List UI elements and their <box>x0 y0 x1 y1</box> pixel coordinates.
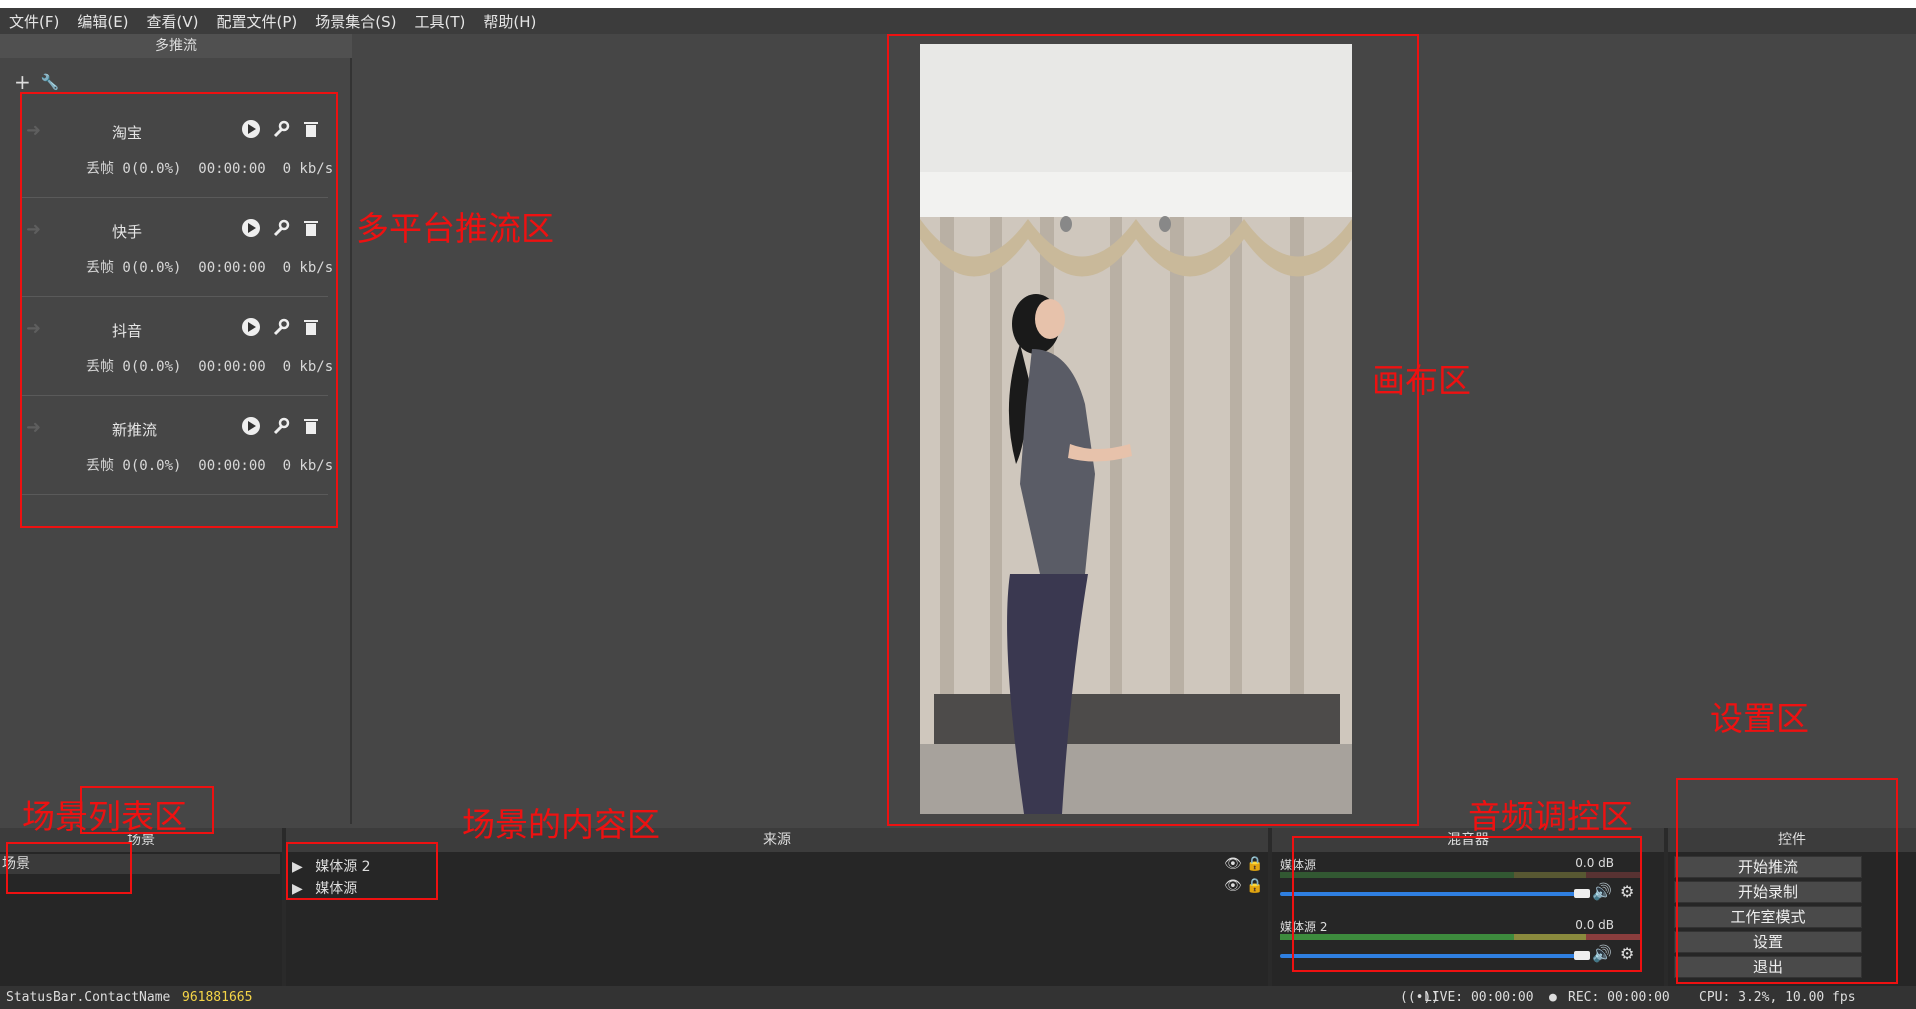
eye-icon[interactable]: 👁 <box>1224 856 1242 872</box>
multistream-toolbar: + 🔧 <box>14 70 59 94</box>
contact-value: 961881665 <box>182 990 253 1005</box>
annotation-box-sources <box>286 842 438 900</box>
menu-view[interactable]: 查看(V) <box>138 11 208 32</box>
annotation-box-scene-list <box>6 842 132 894</box>
lock-icon[interactable]: 🔒 <box>1246 878 1263 894</box>
annotation-box-multistream <box>20 92 338 528</box>
rec-status: REC: 00:00:00 <box>1568 990 1670 1005</box>
add-icon[interactable]: + <box>14 70 31 94</box>
multistream-title: 多推流 <box>0 34 352 58</box>
annotation-label-canvas: 画布区 <box>1372 361 1471 400</box>
contact-label: StatusBar.ContactName <box>6 990 171 1005</box>
annotation-box-mixer <box>1292 836 1642 972</box>
annotation-label-settings: 设置区 <box>1710 699 1809 738</box>
menu-scene-collection[interactable]: 场景集合(S) <box>306 11 405 32</box>
annotation-box-canvas <box>887 34 1419 826</box>
cpu-status: CPU: 3.2%, 10.00 fps <box>1699 990 1856 1005</box>
annotation-label-audio: 音频调控区 <box>1468 797 1633 836</box>
menu-edit[interactable]: 编辑(E) <box>68 11 137 32</box>
status-bar: StatusBar.ContactName 961881665 ((•)) LI… <box>0 986 1916 1009</box>
menu-profile[interactable]: 配置文件(P) <box>208 11 307 32</box>
annotation-label-scene-content: 场景的内容区 <box>462 805 660 844</box>
annotation-label-multistream: 多平台推流区 <box>356 209 554 248</box>
annotation-box-controls <box>1676 778 1898 984</box>
wrench-icon[interactable]: 🔧 <box>41 70 60 94</box>
menu-file[interactable]: 文件(F) <box>0 11 68 32</box>
menu-bar: 文件(F) 编辑(E) 查看(V) 配置文件(P) 场景集合(S) 工具(T) … <box>0 8 1916 34</box>
lock-icon[interactable]: 🔒 <box>1246 856 1263 872</box>
title-strip <box>0 0 1916 8</box>
annotation-label-scene-list: 场景列表区 <box>22 797 187 836</box>
live-status: LIVE: 00:00:00 <box>1424 990 1534 1005</box>
menu-help[interactable]: 帮助(H) <box>474 11 545 32</box>
menu-tools[interactable]: 工具(T) <box>405 11 474 32</box>
eye-icon[interactable]: 👁 <box>1224 878 1242 894</box>
rec-icon: ● <box>1549 990 1557 1005</box>
